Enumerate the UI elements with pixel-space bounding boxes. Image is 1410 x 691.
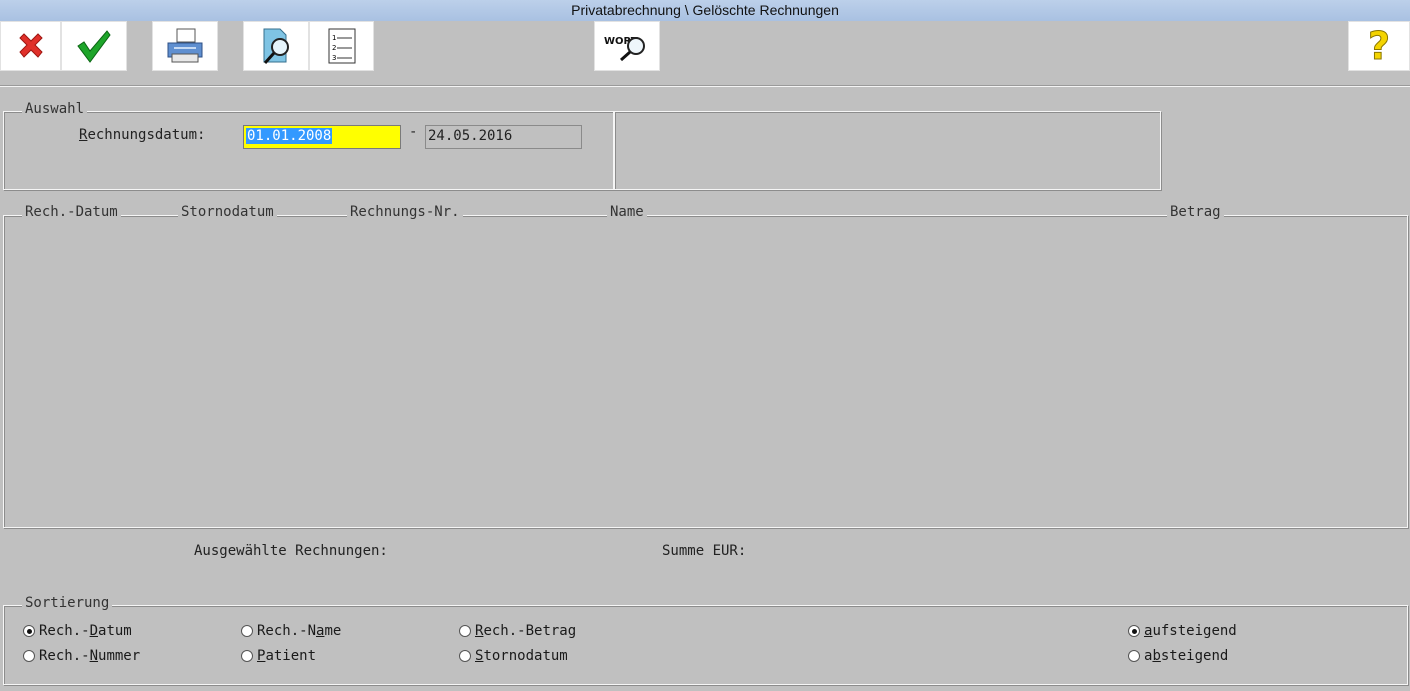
radio-checked-icon — [1128, 625, 1140, 637]
numbered-list-icon: 1 2 3 — [328, 28, 355, 64]
column-header-rechnungs-nr[interactable]: Rechnungs-Nr. — [347, 204, 463, 220]
radio-label: Rech.-Datum — [39, 623, 132, 639]
radio-unchecked-icon — [241, 625, 253, 637]
date-range-separator: - — [409, 124, 418, 140]
auswahl-info-panel — [614, 111, 1161, 190]
print-button[interactable] — [152, 21, 218, 71]
sort-patient-radio[interactable]: Patient — [241, 648, 316, 664]
window-title: Privatabrechnung \ Gelöschte Rechnungen — [0, 0, 1410, 21]
sort-rech-name-radio[interactable]: Rech.-Name — [241, 623, 341, 639]
list-button[interactable]: 1 2 3 — [309, 21, 374, 71]
radio-checked-icon — [23, 625, 35, 637]
sort-descending-radio[interactable]: absteigend — [1128, 648, 1228, 664]
word-search-icon: WORT — [604, 36, 645, 62]
radio-label: Patient — [257, 648, 317, 664]
radio-unchecked-icon — [23, 650, 35, 662]
printer-icon — [167, 28, 203, 63]
radio-label: Stornodatum — [475, 648, 568, 664]
word-search-button[interactable]: WORT — [594, 21, 660, 71]
radio-label: aufsteigend — [1144, 623, 1237, 639]
sort-ascending-radio[interactable]: aufsteigend — [1128, 623, 1237, 639]
cancel-button[interactable] — [0, 21, 61, 71]
svg-text:2: 2 — [332, 44, 336, 52]
radio-unchecked-icon — [1128, 650, 1140, 662]
sort-rech-betrag-radio[interactable]: Rech.-Betrag — [459, 623, 576, 639]
sort-rech-datum-radio[interactable]: Rech.-Datum — [23, 623, 132, 639]
column-header-stornodatum[interactable]: Stornodatum — [178, 204, 277, 220]
svg-text:3: 3 — [332, 54, 336, 62]
toolbar: 1 2 3 WORT ? — [0, 21, 1410, 85]
radio-unchecked-icon — [241, 650, 253, 662]
radio-label: absteigend — [1144, 648, 1229, 664]
radio-unchecked-icon — [459, 650, 471, 662]
column-header-name[interactable]: Name — [607, 204, 647, 220]
sortierung-legend: Sortierung — [22, 595, 113, 611]
column-header-rech-datum[interactable]: Rech.-Datum — [22, 204, 121, 220]
red-x-icon — [18, 33, 43, 58]
green-check-icon — [77, 30, 111, 63]
radio-unchecked-icon — [459, 625, 471, 637]
radio-label: Rech.-Betrag — [475, 623, 577, 639]
confirm-button[interactable] — [61, 21, 127, 71]
sort-rech-nummer-radio[interactable]: Rech.-Nummer — [23, 648, 140, 664]
date-from-input[interactable]: 01.01.2008 — [243, 125, 401, 149]
document-magnifier-icon — [263, 28, 289, 65]
sort-stornodatum-radio[interactable]: Stornodatum — [459, 648, 568, 664]
question-mark-icon: ? — [1367, 24, 1391, 69]
toolbar-separator — [0, 85, 1410, 87]
help-button[interactable]: ? — [1348, 21, 1410, 71]
invoice-list[interactable] — [3, 215, 1408, 528]
preview-button[interactable] — [243, 21, 309, 71]
sum-eur-label: Summe EUR: — [662, 543, 747, 559]
sortierung-group — [3, 605, 1408, 685]
selected-invoices-label: Ausgewählte Rechnungen: — [194, 543, 388, 559]
svg-text:1: 1 — [332, 34, 336, 42]
rechnungsdatum-label: Rechnungsdatum: — [79, 127, 206, 143]
date-to-input[interactable]: 24.05.2016 — [425, 125, 582, 149]
auswahl-group — [3, 111, 614, 190]
radio-label: Rech.-Name — [257, 623, 342, 639]
column-header-betrag[interactable]: Betrag — [1167, 204, 1224, 220]
radio-label: Rech.-Nummer — [39, 648, 141, 664]
auswahl-legend: Auswahl — [22, 101, 88, 117]
